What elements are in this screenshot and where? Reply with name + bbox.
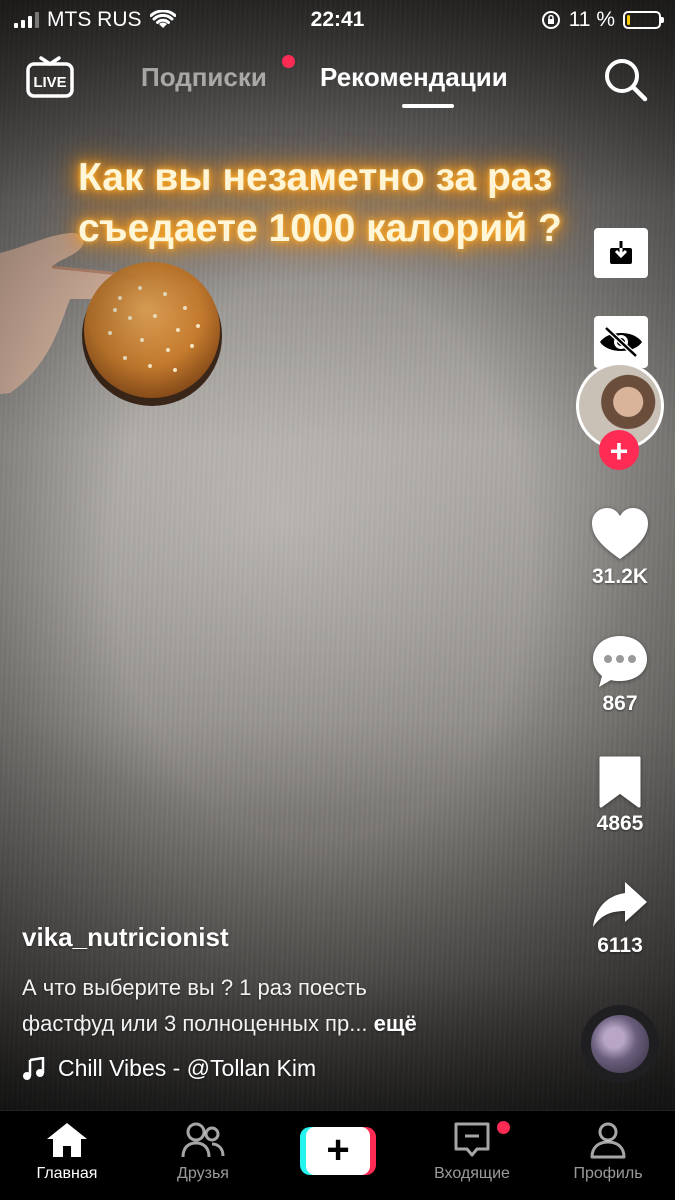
overlay-line: съедаете 1000 калорий ? <box>78 207 562 250</box>
live-label: LIVE <box>33 74 66 91</box>
save-button[interactable]: 4865 <box>580 756 660 836</box>
status-bar: MTS RUS 22:41 11 % <box>0 0 675 40</box>
following-notification-dot <box>282 55 295 68</box>
plus-icon: + <box>306 1127 370 1175</box>
share-button[interactable]: 6113 <box>580 880 660 958</box>
music-note-icon <box>23 1056 45 1080</box>
sound-title: Chill Vibes - @Tollan Kim <box>58 1055 317 1081</box>
share-icon <box>593 882 647 927</box>
eye-off-icon <box>600 326 642 358</box>
heart-icon <box>592 508 648 559</box>
creator-avatar-wrap: + <box>576 362 664 470</box>
download-icon <box>610 241 632 264</box>
save-count: 4865 <box>596 812 644 835</box>
profile-icon <box>590 1122 626 1159</box>
inbox-icon <box>454 1122 490 1157</box>
tab-friends-label: Друзья <box>177 1165 229 1182</box>
see-more-link[interactable]: ещё <box>374 1011 417 1036</box>
tab-home[interactable]: Главная <box>12 1121 122 1183</box>
tab-following[interactable]: Подписки <box>141 62 267 93</box>
description-line: фастфуд или 3 полноценных пр... <box>22 1011 368 1036</box>
battery-icon <box>623 11 664 29</box>
live-icon[interactable]: LIVE <box>26 56 74 100</box>
overlay-line: Как вы незаметно за раз <box>78 156 553 199</box>
inbox-notification-dot <box>497 1121 510 1134</box>
hide-button[interactable] <box>594 316 648 368</box>
description-line: А что выберите вы ? 1 раз поесть <box>22 975 367 1000</box>
bookmark-icon <box>599 756 641 808</box>
status-right: 11 % <box>541 8 664 32</box>
follow-button[interactable]: + <box>599 430 639 470</box>
home-icon <box>47 1123 87 1157</box>
tab-profile-label: Профиль <box>573 1165 643 1182</box>
tab-inbox-label: Входящие <box>434 1165 510 1182</box>
battery-level <box>627 15 630 25</box>
post-description[interactable]: А что выберите вы ? 1 раз поесть фастфуд… <box>22 970 552 1042</box>
tab-inbox[interactable]: Входящие <box>417 1121 527 1183</box>
tab-friends[interactable]: Друзья <box>148 1121 258 1183</box>
top-nav: LIVE Подписки Рекомендации <box>0 50 675 120</box>
sound-info[interactable]: Chill Vibes - @Tollan Kim <box>22 1055 316 1082</box>
battery-percent: 11 % <box>568 8 615 31</box>
description-line-2: фастфуд или 3 полноценных пр... ещё <box>22 1006 552 1042</box>
bottom-tab-bar: Главная Друзья + Входящие Профиль <box>0 1110 675 1200</box>
orientation-lock-icon <box>541 11 560 29</box>
like-count: 31.2K <box>591 565 649 588</box>
tab-profile[interactable]: Профиль <box>553 1121 663 1183</box>
search-icon[interactable] <box>602 56 648 102</box>
create-button[interactable]: + <box>300 1127 376 1175</box>
comment-button[interactable]: 867 <box>580 634 660 716</box>
comment-count: 867 <box>602 692 638 715</box>
video-overlay-caption: Как вы незаметно за раз съедаете 1000 ка… <box>78 152 618 254</box>
share-count: 6113 <box>597 934 643 957</box>
author-username[interactable]: vika_nutricionist <box>22 922 229 953</box>
comment-icon <box>593 636 647 687</box>
like-button[interactable]: 31.2K <box>580 507 660 589</box>
tab-for-you[interactable]: Рекомендации <box>320 62 508 93</box>
music-disc[interactable] <box>581 1005 659 1083</box>
active-tab-indicator <box>402 104 454 108</box>
friends-icon <box>181 1122 225 1158</box>
download-button[interactable] <box>594 228 648 278</box>
tab-home-label: Главная <box>36 1165 98 1182</box>
